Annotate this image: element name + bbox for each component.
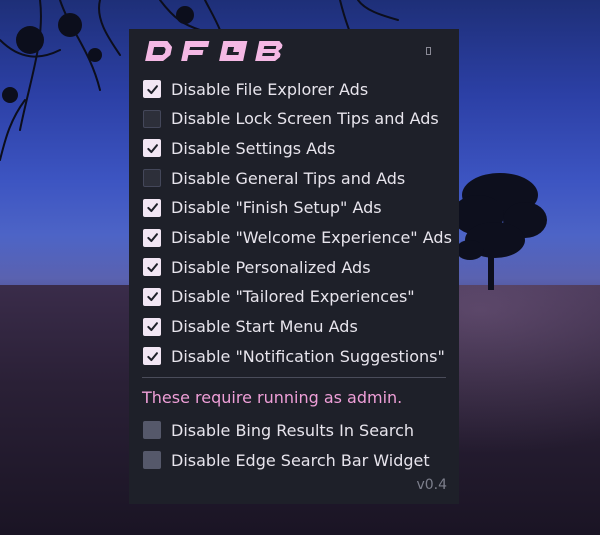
option-checkbox[interactable] [143,228,161,247]
option-label: Disable "Welcome Experience" Ads [171,228,452,247]
option-row[interactable]: Disable "Finish Setup" Ads [143,195,382,221]
checkmark-icon [146,144,158,153]
section-divider [142,377,446,378]
option-label: Disable "Tailored Experiences" [171,287,415,307]
checkmark-icon [146,84,158,94]
restore-icon[interactable] [426,47,431,55]
option-row[interactable]: Disable Lock Screen Tips and Ads [143,106,439,132]
option-label: Disable Edge Search Bar Widget [171,450,430,470]
option-label: Disable "Finish Setup" Ads [171,198,382,218]
option-label: Disable General Tips and Ads [171,168,406,188]
option-checkbox[interactable] [143,139,161,158]
checkmark-icon [146,203,158,213]
option-row[interactable]: Disable Settings Ads [143,135,335,161]
option-label: Disable Bing Results In Search [171,420,415,440]
option-checkbox [143,451,161,469]
option-checkbox[interactable] [143,80,161,98]
dfgb-window: Disable File Explorer Ads Disable Lock Sc… [129,29,459,504]
option-label: Disable "Notification Suggestions" [171,346,445,366]
option-row[interactable]: Disable Start Menu Ads [143,314,358,340]
option-label: Disable Start Menu Ads [171,317,358,337]
option-label: Disable File Explorer Ads [171,79,369,99]
option-row[interactable]: Disable Bing Results In Search [143,417,414,443]
option-checkbox[interactable] [143,317,161,336]
checkmark-icon [146,352,158,361]
option-checkbox[interactable] [143,347,161,366]
option-label: Disable Lock Screen Tips and Ads [171,109,439,129]
option-label: Disable Settings Ads [171,138,336,158]
option-row[interactable]: Disable File Explorer Ads [143,76,368,102]
version-label: v0.4 [416,477,447,493]
checkmark-icon [146,262,158,272]
checkmark-icon [146,322,158,332]
admin-note: These require running as admin. [142,388,403,407]
option-row[interactable]: Disable Edge Search Bar Widget [143,447,430,473]
option-row[interactable]: Disable "Tailored Experiences" [143,284,415,310]
dfgb-logo [145,41,283,61]
desktop-wallpaper: Disable File Explorer Ads Disable Lock Sc… [0,0,600,535]
checkmark-icon [146,233,158,243]
option-checkbox[interactable] [143,198,161,217]
option-label: Disable Personalized Ads [171,257,371,277]
option-row[interactable]: Disable "Welcome Experience" Ads [143,225,452,251]
option-checkbox [143,421,161,439]
option-checkbox[interactable] [143,258,161,277]
option-row[interactable]: Disable General Tips and Ads [143,165,405,191]
option-row[interactable]: Disable "Notification Suggestions" [143,343,445,369]
option-row[interactable]: Disable Personalized Ads [143,254,371,280]
checkmark-icon [146,292,158,302]
option-checkbox[interactable] [143,287,161,306]
option-checkbox[interactable] [143,109,161,128]
option-checkbox[interactable] [143,169,161,188]
